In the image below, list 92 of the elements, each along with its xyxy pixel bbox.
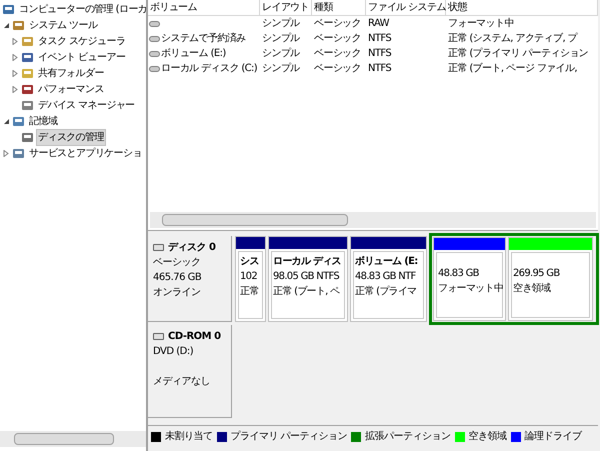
table-cell-text: フォーマット中	[448, 16, 514, 31]
legend-label: 拡張パーティション	[365, 430, 451, 444]
partition-text: 正常 (ブート, ペ	[273, 284, 341, 299]
horizontal-scrollbar[interactable]	[0, 431, 146, 447]
table-cell-text: 正常 (ブート, ページ ファイル,	[448, 62, 577, 76]
disk-detail: ベーシック	[153, 256, 202, 270]
disk-detail: オンライン	[153, 286, 202, 300]
table-cell-text: 正常 (プライマリ パーティション	[448, 46, 588, 61]
drive-icon	[149, 36, 160, 42]
expand-arrow-icon[interactable]	[3, 150, 10, 156]
disk-name: ディスク 0	[168, 241, 216, 255]
drive-icon	[149, 50, 160, 56]
tree-node-icon	[21, 34, 34, 48]
table-cell-text: ボリューム (E:)	[161, 47, 226, 61]
tree-node-icon	[21, 98, 34, 112]
partition-block[interactable]: 48.83 GB フォーマット中	[433, 237, 506, 321]
partition-text: 正常	[240, 284, 260, 299]
free-space-block[interactable]: 269.95 GB 空き領域	[508, 237, 593, 321]
tree-item[interactable]: イベント ビューアー	[36, 48, 128, 66]
disk-info-panel[interactable]: CD-ROM 0 DVD (D:) メディアなし	[148, 325, 232, 418]
tree-item[interactable]: コンピューターの管理 (ローカ	[17, 0, 146, 18]
table-cell-text: ベーシック	[314, 17, 362, 31]
expand-arrow-icon[interactable]	[12, 54, 19, 60]
partition-text: シス	[240, 255, 260, 269]
tree-node-icon	[12, 146, 25, 160]
tree-item[interactable]: 記憶域	[27, 112, 60, 130]
table-cell-text: NTFS	[368, 47, 392, 61]
partition-block[interactable]: ボリューム (E: 48.83 GB NTF 正常 (プライマ	[350, 236, 427, 322]
tree-item[interactable]: パフォーマンス	[36, 80, 106, 98]
column-header[interactable]: ボリューム	[148, 0, 260, 15]
tree-node-icon	[21, 130, 34, 144]
partition-text: 48.83 GB NTF	[355, 270, 417, 284]
cd-drive-icon	[153, 333, 164, 340]
table-cell-text: シンプル	[262, 62, 300, 76]
partition-text: 102	[240, 270, 258, 284]
legend-label: 論理ドライブ	[524, 430, 582, 444]
tree-item[interactable]: 共有フォルダー	[36, 64, 106, 82]
disk-detail: 465.76 GB	[153, 271, 202, 285]
legend-label: プライマリ パーティション	[230, 430, 348, 444]
table-cell-text: ベーシック	[314, 32, 362, 46]
table-cell-text: ベーシック	[314, 62, 362, 76]
table-cell-text: シンプル	[262, 32, 300, 46]
collapse-arrow-icon[interactable]	[3, 118, 10, 124]
column-header[interactable]: 状態	[446, 0, 598, 15]
table-cell-text: シンプル	[262, 46, 300, 61]
drive-icon	[149, 20, 160, 26]
scrollbar-thumb[interactable]	[14, 433, 114, 445]
legend-label: 未割り当て	[165, 430, 212, 444]
table-cell-text: ベーシック	[314, 47, 362, 61]
partition-text: 空き領域	[513, 282, 552, 296]
tree-item[interactable]: タスク スケジューラ	[36, 32, 128, 50]
legend-label: 空き領域	[468, 430, 507, 444]
partition-text: ボリューム (E:	[355, 255, 419, 269]
tree-item[interactable]: ディスクの管理	[36, 128, 106, 146]
table-cell-text: システムで予約済み	[161, 32, 246, 46]
partition-text: 269.95 GB	[513, 267, 560, 281]
table-cell-text: ローカル ディスク (C:)	[161, 62, 258, 76]
table-cell-text: 正常 (システム, アクティブ, プ	[448, 32, 577, 46]
tree-item[interactable]: サービスとアプリケーショ	[27, 144, 144, 162]
partition-text: ローカル ディス	[273, 255, 342, 269]
partition-block[interactable]: シス 102 正常	[235, 236, 266, 322]
drive-icon	[149, 66, 160, 72]
table-cell-text: NTFS	[368, 32, 392, 46]
tree-node-icon	[21, 66, 34, 80]
partition-text: 48.83 GB	[438, 267, 480, 281]
column-header[interactable]: 種類	[312, 0, 366, 15]
tree-node-icon	[12, 114, 25, 128]
disk-drive-icon	[153, 244, 164, 251]
tree-node-icon	[21, 82, 34, 96]
tree-node-icon	[21, 50, 34, 64]
column-header[interactable]: ファイル システム	[366, 0, 446, 15]
partition-text: フォーマット中	[438, 282, 501, 296]
horizontal-scrollbar[interactable]	[150, 212, 596, 228]
expand-arrow-icon[interactable]	[12, 70, 19, 76]
disk-detail: DVD (D:)	[153, 345, 194, 359]
table-cell-text: RAW	[368, 17, 389, 31]
tree-node-icon	[12, 18, 25, 32]
expand-arrow-icon[interactable]	[12, 38, 19, 44]
tree-item[interactable]: デバイス マネージャー	[36, 96, 137, 114]
partition-text: 正常 (プライマ	[355, 284, 418, 299]
column-header[interactable]: レイアウト	[260, 0, 312, 15]
partition-text: 98.05 GB NTFS	[273, 270, 340, 284]
table-cell-text: NTFS	[368, 62, 392, 76]
scrollbar-thumb[interactable]	[162, 214, 348, 226]
partition-block[interactable]: ローカル ディス 98.05 GB NTFS 正常 (ブート, ペ	[268, 236, 348, 322]
disk-detail: メディアなし	[153, 375, 211, 389]
disk-name: CD-ROM 0	[168, 330, 221, 344]
tree-item[interactable]: システム ツール	[27, 16, 100, 34]
collapse-arrow-icon[interactable]	[3, 22, 10, 28]
disk-info-panel[interactable]: ディスク 0 ベーシック 465.76 GB オンライン	[148, 236, 232, 322]
table-cell-text: シンプル	[262, 16, 300, 31]
expand-arrow-icon[interactable]	[12, 86, 19, 92]
